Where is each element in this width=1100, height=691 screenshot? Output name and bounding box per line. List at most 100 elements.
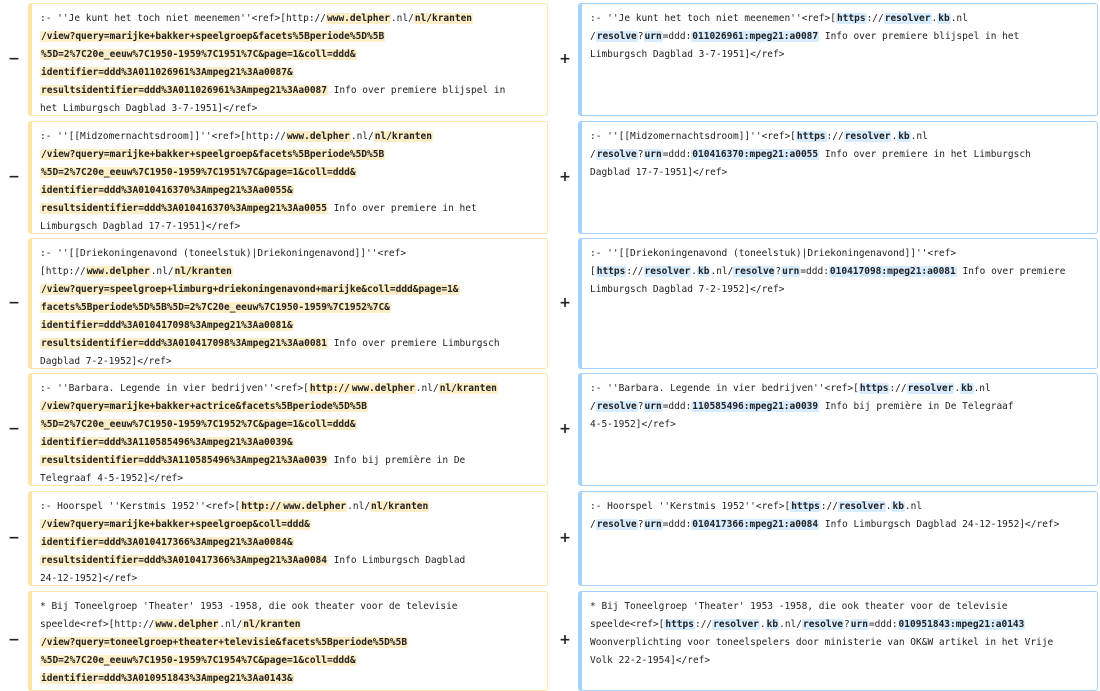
diff-line: :- ''Barbara. Legende in vier bedrijven'… xyxy=(40,380,539,398)
diff-line: /view?query=marijke+bakker+speelgroep&fa… xyxy=(40,28,539,46)
unchanged-text: http:// xyxy=(114,619,155,630)
diff-line: het Limburgsch Dagblad 3-7-1951]</ref> xyxy=(40,100,539,115)
unchanged-text: :- ''Barbara. Legende in vier bedrijven'… xyxy=(590,383,859,394)
changed-text: http:// xyxy=(240,501,283,512)
added-text-cell[interactable]: * Bij Toneelgroep 'Theater' 1953 -1958, … xyxy=(578,591,1098,691)
unchanged-text: :- ''[[Midzomernachtsdroom]]''<ref>[ xyxy=(590,131,796,142)
changed-text: urn xyxy=(643,401,663,412)
unchanged-text: Limburgsch Dagblad 17-7-1951]</ref> xyxy=(40,221,241,232)
added-line-marker: + xyxy=(559,168,571,185)
changed-text: kb xyxy=(937,13,951,24)
diff-line: Volk 22-2-1954]</ref> xyxy=(590,652,1089,670)
deleted-text-cell[interactable]: :- ''[[Driekoningenavond (toneelstuk)|Dr… xyxy=(28,238,548,369)
changed-text: kb xyxy=(897,131,911,142)
changed-text: /view?query=marijke+bakker+speelgroep&co… xyxy=(40,519,311,530)
unchanged-text: :- ''Je kunt het toch niet meenemen''<re… xyxy=(40,13,286,24)
unchanged-text: :// xyxy=(820,501,838,512)
diff-line: %5D=2%7C20e_eeuw%7C1950-1959%7C1951%7C&p… xyxy=(40,46,539,64)
added-text-cell[interactable]: :- ''Barbara. Legende in vier bedrijven'… xyxy=(578,373,1098,486)
unchanged-text: =ddd: xyxy=(662,149,692,160)
added-text-cell[interactable]: :- Hoorspel ''Kerstmis 1952''<ref>[https… xyxy=(578,491,1098,586)
diff-line: /resolve?urn=ddd:011026961:mpeg21:a0087 … xyxy=(590,28,1089,46)
unchanged-text: [ xyxy=(590,266,596,277)
unchanged-text: =ddd: xyxy=(662,519,692,530)
unchanged-text: .nl/ xyxy=(350,131,374,142)
changed-text: nl/kranten xyxy=(413,13,474,24)
changed-text: https xyxy=(795,131,827,142)
changed-text: resultsidentifier=ddd%3A011026961%3Ampeg… xyxy=(40,85,328,96)
added-text-cell[interactable]: :- ''[[Driekoningenavond (toneelstuk)|Dr… xyxy=(578,238,1098,369)
deleted-text-cell[interactable]: :- Hoorspel ''Kerstmis 1952''<ref>[http:… xyxy=(28,491,548,586)
unchanged-text: Info Limburgsch Dagblad 24-12-1952]</ref… xyxy=(819,519,1060,530)
diff-line: facets%5Bperiode%5D%5B%5D=2%7C20e_eeuw%7… xyxy=(40,299,539,317)
deleted-text-cell[interactable]: :- ''Je kunt het toch niet meenemen''<re… xyxy=(28,3,548,116)
unchanged-text: / xyxy=(590,519,596,530)
diff-row: − + :- ''[[Driekoningenavond (toneelstuk)|… xyxy=(0,238,1100,369)
changed-text: resolve xyxy=(733,266,776,277)
changed-text: https xyxy=(664,619,695,630)
changed-text: kb xyxy=(960,383,974,394)
changed-text: identifier=ddd%3A010417098%3Ampeg21%3Aa0… xyxy=(40,320,294,331)
unchanged-text: * Bij Toneelgroep 'Theater' 1953 -1958, … xyxy=(40,601,458,612)
added-text-cell[interactable]: :- ''[[Midzomernachtsdroom]]''<ref>[http… xyxy=(578,121,1098,234)
unchanged-text: =ddd: xyxy=(800,266,829,277)
changed-text: /view?query=marijke+bakker+actrice&facet… xyxy=(40,401,369,412)
changed-text: https xyxy=(595,266,627,277)
unchanged-text: ? xyxy=(844,619,850,630)
unchanged-text: / xyxy=(590,31,596,42)
added-text-cell[interactable]: :- ''Je kunt het toch niet meenemen''<re… xyxy=(578,3,1098,116)
removed-line-marker: − xyxy=(8,168,20,185)
changed-text: resolve xyxy=(595,149,638,160)
diff-line: Limburgsch Dagblad 3-7-1951]</ref> xyxy=(590,46,1089,64)
unchanged-text: :// xyxy=(826,131,844,142)
changed-text: resultsidentifier=ddd%3A010417098%3Ampeg… xyxy=(40,338,328,349)
added-line-marker: + xyxy=(559,294,571,311)
changed-text: /view?query=speelgroep+limburg+driekonin… xyxy=(40,284,460,295)
unchanged-text: Telegraaf 4-5-1952]</ref> xyxy=(40,473,183,484)
diff-line: :- ''Je kunt het toch niet meenemen''<re… xyxy=(40,10,539,28)
deleted-text-cell[interactable]: * Bij Toneelgroep 'Theater' 1953 -1958, … xyxy=(28,591,548,691)
changed-text: identifier=ddd%3A010416370%3Ampeg21%3Aa0… xyxy=(40,185,294,196)
changed-text: nl/kranten xyxy=(242,619,302,630)
diff-line: identifier=ddd%3A010416370%3Ampeg21%3Aa0… xyxy=(40,182,539,200)
unchanged-text: .nl/ xyxy=(779,619,802,630)
diff-line: 24-12-1952]</ref> xyxy=(40,570,539,585)
changed-text: /view?query=toneelgroep+theater+televisi… xyxy=(40,637,409,648)
changed-text: 011026961:mpeg21:a0087 xyxy=(691,31,820,42)
unchanged-text: :- ''Je kunt het toch niet meenemen''<re… xyxy=(590,13,836,24)
unchanged-text: .nl xyxy=(910,131,928,142)
unchanged-text: ? xyxy=(637,31,644,42)
unchanged-text: .nl xyxy=(904,501,923,512)
changed-text: urn xyxy=(849,619,869,630)
diff-line: Dagblad 17-7-1951]</ref> xyxy=(590,164,1089,182)
changed-text: www.delpher xyxy=(350,383,416,394)
deleted-text-cell[interactable]: :- ''Barbara. Legende in vier bedrijven'… xyxy=(28,373,548,486)
unchanged-text: :- Hoorspel ''Kerstmis 1952''<ref>[ xyxy=(40,501,241,512)
diff-line: %5D=2%7C20e_eeuw%7C1950-1959%7C1951%7C&p… xyxy=(40,164,539,182)
unchanged-text: Limburgsch Dagblad 3-7-1951]</ref> xyxy=(590,49,785,60)
changed-text: %5D=2%7C20e_eeuw%7C1950-1959%7C1952%7C&p… xyxy=(40,419,357,430)
unchanged-text: .nl/ xyxy=(150,266,174,277)
unchanged-text: .nl/ xyxy=(710,266,734,277)
removed-line-marker: − xyxy=(8,294,20,311)
diff-line: /resolve?urn=ddd:110585496:mpeg21:a0039 … xyxy=(590,398,1089,416)
changed-text: kb xyxy=(765,619,780,630)
diff-line: :- ''[[Midzomernachtsdroom]]''<ref>[http… xyxy=(590,128,1089,146)
unchanged-text: Info bij première in De Telegraaf xyxy=(819,401,1014,412)
diff-line: * Bij Toneelgroep 'Theater' 1953 -1958, … xyxy=(590,598,1089,616)
deleted-text-cell[interactable]: :- ''[[Midzomernachtsdroom]]''<ref>[http… xyxy=(28,121,548,234)
diff-line: :- Hoorspel ''Kerstmis 1952''<ref>[https… xyxy=(590,498,1089,516)
unchanged-text: .nl/ xyxy=(415,383,439,394)
unchanged-text: http:// xyxy=(245,131,286,142)
changed-text: identifier=ddd%3A110585496%3Ampeg21%3Aa0… xyxy=(40,437,294,448)
changed-text: www.delpher xyxy=(326,13,391,24)
unchanged-text: . xyxy=(759,619,766,630)
changed-text: https xyxy=(790,501,821,512)
removed-line-marker: − xyxy=(8,529,20,546)
diff-line: [http://www.delpher.nl/nl/kranten xyxy=(40,263,539,281)
changed-text: 110585496:mpeg21:a0039 xyxy=(691,401,820,412)
diff-line: /view?query=marijke+bakker+actrice&facet… xyxy=(40,398,539,416)
changed-text: 010416370:mpeg21:a0055 xyxy=(691,149,820,160)
unchanged-text: Woonverplichting voor toneelspelers door… xyxy=(590,637,1054,648)
diff-line: speelde<ref>[http://www.delpher.nl/nl/kr… xyxy=(40,616,539,634)
